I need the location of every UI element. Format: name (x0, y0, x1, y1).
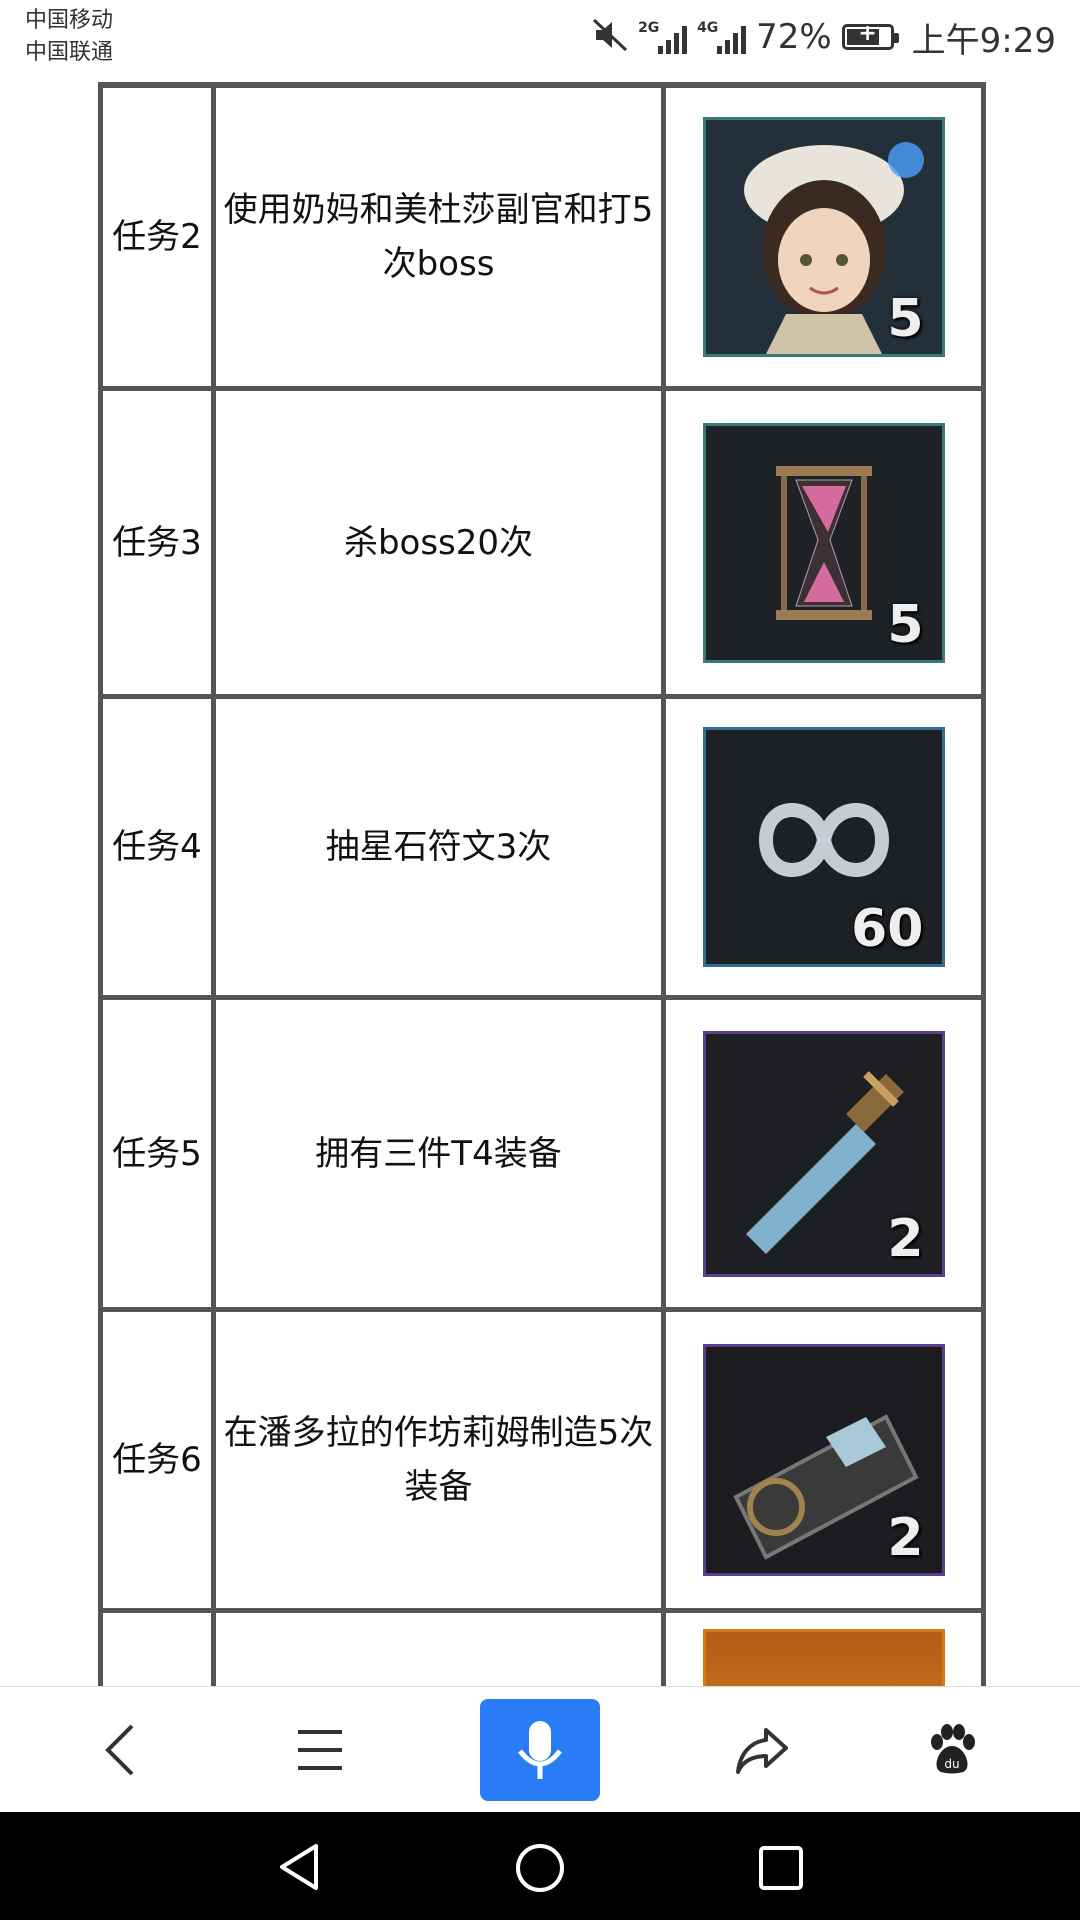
signal-4g-icon: 4G (697, 20, 747, 54)
task-description: 杀boss20次 (211, 391, 661, 694)
task-description (211, 1613, 661, 1686)
share-icon (736, 1728, 788, 1774)
mute-icon (592, 18, 628, 56)
status-indicators: 2G 4G 72% + 上午9:29 (592, 14, 1056, 61)
table-row: 任务6 在潘多拉的作坊莉姆制造5次装备 2 (98, 1312, 986, 1613)
microphone-icon (518, 1721, 562, 1779)
carrier-2: 中国联通 (25, 40, 114, 65)
reward-count: 60 (851, 899, 924, 959)
healer-portrait-icon[interactable]: 5 (702, 117, 945, 357)
table-row: 任务2 使用奶妈和美杜莎副官和打5次boss 5 (98, 88, 986, 391)
task-id: 任务6 (98, 1312, 211, 1608)
browser-toolbar: du (0, 1686, 1080, 1813)
menu-button[interactable] (270, 1687, 370, 1813)
task-description: 抽星石符文3次 (211, 699, 661, 995)
signal-2g-icon: 2G (638, 20, 688, 54)
hourglass-icon[interactable]: 5 (702, 422, 945, 663)
reward-cell: 5 (661, 391, 986, 694)
reward-cell: 60 (661, 699, 986, 995)
baidu-paw-icon: du (931, 1724, 975, 1774)
task-id: 任务4 (98, 699, 211, 995)
reward-cell: 2 (661, 1312, 986, 1608)
reward-count: 2 (887, 1508, 924, 1568)
orange-item-icon[interactable] (702, 1629, 945, 1686)
share-button[interactable] (712, 1687, 812, 1813)
reward-count: 2 (887, 1208, 924, 1269)
table-row: 任务5 拥有三件T4装备 2 (98, 1000, 986, 1312)
network-2g-label: 2G (638, 20, 660, 36)
carrier-1: 中国移动 (25, 8, 114, 33)
task-id: 任务5 (98, 1000, 211, 1307)
table-row (98, 1613, 986, 1686)
task-id: 任务3 (98, 391, 211, 694)
nav-back-icon[interactable] (274, 1842, 324, 1892)
task-id: 任务2 (98, 88, 211, 386)
back-button[interactable] (70, 1687, 170, 1813)
table-row: 任务3 杀boss20次 5 (98, 391, 986, 699)
page-content: 任务2 使用奶妈和美杜莎副官和打5次boss 5 任务3 杀boss20次 5 … (0, 78, 1080, 1686)
task-description: 使用奶妈和美杜莎副官和打5次boss (211, 88, 661, 386)
table-row: 任务4 抽星石符文3次 60 (98, 699, 986, 1000)
dagger-icon[interactable]: 2 (702, 1030, 945, 1277)
task-description: 在潘多拉的作坊莉姆制造5次装备 (211, 1312, 661, 1608)
battery-icon: + (841, 21, 899, 50)
nav-home-icon[interactable] (514, 1842, 566, 1894)
back-icon (105, 1724, 134, 1776)
battery-percent: 72% (756, 17, 832, 57)
reward-count: 5 (887, 289, 924, 349)
reward-cell: 5 (661, 88, 986, 386)
blueprint-icon[interactable]: 2 (702, 1344, 945, 1576)
reward-count: 5 (887, 594, 924, 655)
baidu-button[interactable]: du (902, 1687, 1002, 1813)
infinity-rune-icon[interactable]: 60 (702, 727, 945, 967)
menu-icon (298, 1730, 342, 1770)
system-navigation-bar (0, 1812, 1080, 1920)
reward-cell: 2 (661, 1000, 986, 1307)
network-4g-label: 4G (697, 20, 719, 36)
voice-search-button[interactable] (480, 1699, 600, 1801)
task-table: 任务2 使用奶妈和美杜莎副官和打5次boss 5 任务3 杀boss20次 5 … (98, 82, 986, 1686)
status-bar: 中国移动 中国联通 2G 4G 72% + 上午9:29 (0, 0, 1080, 78)
svg-text:du: du (944, 1757, 959, 1771)
reward-cell (661, 1613, 986, 1686)
task-description: 拥有三件T4装备 (211, 1000, 661, 1307)
nav-recents-icon[interactable] (757, 1844, 805, 1892)
clock: 上午9:29 (911, 20, 1056, 61)
task-id (98, 1613, 211, 1686)
